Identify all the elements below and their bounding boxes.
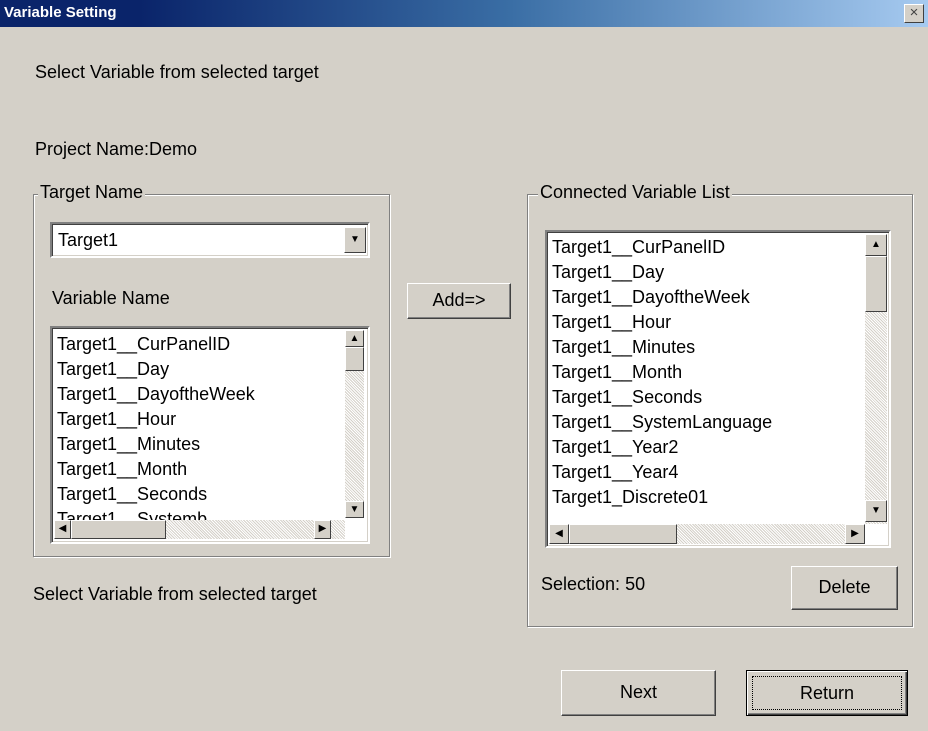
connected-list-item[interactable]: Target1__Day: [549, 260, 865, 285]
delete-button[interactable]: Delete: [791, 566, 898, 610]
connected-list-item[interactable]: Target1__Hour: [549, 310, 865, 335]
return-button[interactable]: Return: [746, 670, 908, 716]
connected-variable-listbox[interactable]: Target1__CurPanelID Target1__Day Target1__…: [545, 230, 891, 548]
triangle-up-icon: ▲: [349, 333, 360, 344]
connected-list-item[interactable]: Target1__CurPanelID: [549, 235, 865, 260]
close-icon: ×: [909, 4, 919, 21]
connected-hscroll-thumb[interactable]: [569, 524, 677, 544]
variable-list-item[interactable]: Target1__DayoftheWeek: [54, 382, 344, 407]
connected-scroll-right-button[interactable]: ▶: [845, 524, 865, 544]
connected-scroll-left-button[interactable]: ◀: [549, 524, 569, 544]
variable-list-item[interactable]: Target1__Day: [54, 357, 344, 382]
scroll-up-button[interactable]: ▲: [345, 330, 364, 347]
add-button[interactable]: Add=>: [407, 283, 511, 319]
triangle-right-icon: ▶: [318, 523, 327, 534]
scroll-left-button[interactable]: ◀: [54, 520, 71, 539]
next-button[interactable]: Next: [561, 670, 716, 716]
dropdown-arrow-button[interactable]: ▼: [344, 227, 366, 253]
connected-list-item[interactable]: Target1__DayoftheWeek: [549, 285, 865, 310]
variable-list-item[interactable]: Target1__Systemb: [54, 507, 344, 520]
selection-label: Selection:: [541, 574, 621, 594]
triangle-up-icon: ▲: [871, 239, 881, 250]
variable-list-item[interactable]: Target1__Minutes: [54, 432, 344, 457]
project-name-label: Project Name:Demo: [35, 139, 198, 159]
connected-list-item[interactable]: Target1__Year4: [549, 460, 865, 485]
connected-list-item[interactable]: Target1__Month: [549, 360, 865, 385]
target-dropdown[interactable]: Target1 ▼: [50, 222, 370, 258]
variable-list-item[interactable]: Target1__Hour: [54, 407, 344, 432]
connected-list-item[interactable]: Target1__Seconds: [549, 385, 865, 410]
target-dropdown-value: Target1: [58, 230, 119, 250]
triangle-left-icon: ◀: [555, 528, 563, 539]
selection-indicator: Selection: 50: [541, 574, 645, 595]
connected-scroll-up-button[interactable]: ▲: [865, 234, 887, 256]
variable-vscroll-thumb[interactable]: [345, 347, 364, 371]
variable-list-item[interactable]: Target1__Month: [54, 457, 344, 482]
connected-list-item[interactable]: Target1__Year2: [549, 435, 865, 460]
scroll-down-button[interactable]: ▼: [345, 501, 364, 518]
triangle-down-icon: ▼: [871, 505, 881, 516]
window-title: Variable Setting: [4, 4, 117, 21]
triangle-down-icon: ▼: [349, 504, 360, 515]
triangle-down-icon: ▼: [350, 234, 360, 245]
return-button-label: Return: [799, 683, 855, 703]
variable-hscroll-thumb[interactable]: [71, 520, 166, 539]
connected-list-item[interactable]: Target1_Discrete01: [549, 485, 865, 510]
close-button[interactable]: ×: [904, 4, 924, 23]
variable-list-item[interactable]: Target1__CurPanelID: [54, 332, 344, 357]
target-name-legend: Target Name: [38, 182, 146, 203]
scroll-right-button[interactable]: ▶: [314, 520, 331, 539]
connected-list-item[interactable]: Target1__Minutes: [549, 335, 865, 360]
variable-name-label: Variable Name: [52, 288, 170, 308]
connected-list-item[interactable]: Target1__SystemLanguage: [549, 410, 865, 435]
triangle-right-icon: ▶: [851, 528, 859, 539]
variable-list-content: Target1__CurPanelID Target1__Day Target1__…: [54, 330, 344, 520]
connected-vscroll-thumb[interactable]: [865, 256, 887, 312]
connected-scroll-down-button[interactable]: ▼: [865, 500, 887, 522]
selection-count: 50: [625, 574, 646, 594]
connected-list-content: Target1__CurPanelID Target1__Day Target1__…: [549, 234, 865, 522]
variable-listbox[interactable]: Target1__CurPanelID Target1__Day Target1__…: [50, 326, 370, 544]
variable-list-item[interactable]: Target1__Seconds: [54, 482, 344, 507]
title-bar: Variable Setting ×: [0, 0, 928, 27]
triangle-left-icon: ◀: [58, 523, 67, 534]
connected-variable-legend: Connected Variable List: [538, 182, 732, 203]
footer-instruction: Select Variable from selected target: [33, 584, 317, 604]
header-instruction: Select Variable from selected target: [35, 62, 319, 82]
